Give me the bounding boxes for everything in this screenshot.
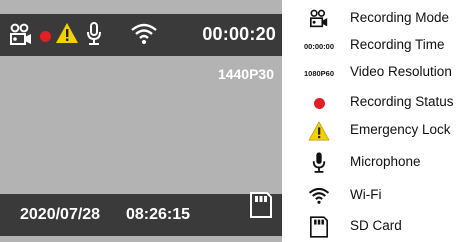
date-display: 2020/07/28: [20, 206, 101, 223]
status-bar-bottom: 2020/07/28 08:26:15: [0, 192, 282, 236]
wifi-icon: [131, 23, 157, 44]
resolution-symbol: 1080P60: [303, 68, 335, 78]
legend-item: SD Card: [290, 215, 471, 239]
microphone-icon: [312, 152, 326, 173]
dashcam-screen: 00:00:20 1440P30 2020/07/28 08:26:15: [0, 0, 282, 242]
legend-item: 1080P60 Video Resolution: [290, 61, 471, 85]
recording-time-symbol: 00:00:00: [303, 41, 335, 51]
legend-label: Recording Status: [350, 94, 454, 109]
recording-status-dot: [40, 31, 51, 42]
emergency-lock-icon: [308, 121, 330, 141]
legend-label: Microphone: [350, 154, 421, 169]
legend-label: Emergency Lock: [350, 122, 451, 137]
legend-label: Video Resolution: [350, 64, 452, 79]
legend-item: 00:00:00 Recording Time: [290, 34, 471, 58]
sd-card-icon: [310, 216, 328, 238]
recording-mode-icon: [310, 9, 328, 28]
legend-item: Recording Mode: [290, 7, 471, 31]
video-resolution: 1440P30: [217, 66, 274, 82]
icon-legend: Recording Mode 00:00:00 Recording Time 1…: [290, 0, 471, 242]
legend-label: SD Card: [350, 218, 402, 233]
wifi-icon: [308, 187, 330, 204]
status-bar-top: 00:00:20: [0, 14, 282, 56]
legend-item: Microphone: [290, 151, 471, 175]
legend-label: Recording Mode: [350, 10, 450, 25]
emergency-lock-icon: [56, 23, 78, 43]
recording-mode-icon: [10, 23, 31, 45]
legend-item: Recording Status: [290, 91, 471, 115]
legend-item: Emergency Lock: [290, 119, 471, 143]
clock-display: 08:26:15: [126, 206, 191, 223]
legend-label: Wi-Fi: [350, 187, 382, 202]
legend-item: Wi-Fi: [290, 184, 471, 208]
recording-status-dot: [313, 97, 325, 109]
legend-label: Recording Time: [350, 37, 445, 52]
recording-time: 00:00:20: [202, 24, 276, 44]
sd-card-icon: [250, 192, 272, 218]
microphone-icon: [87, 22, 101, 45]
